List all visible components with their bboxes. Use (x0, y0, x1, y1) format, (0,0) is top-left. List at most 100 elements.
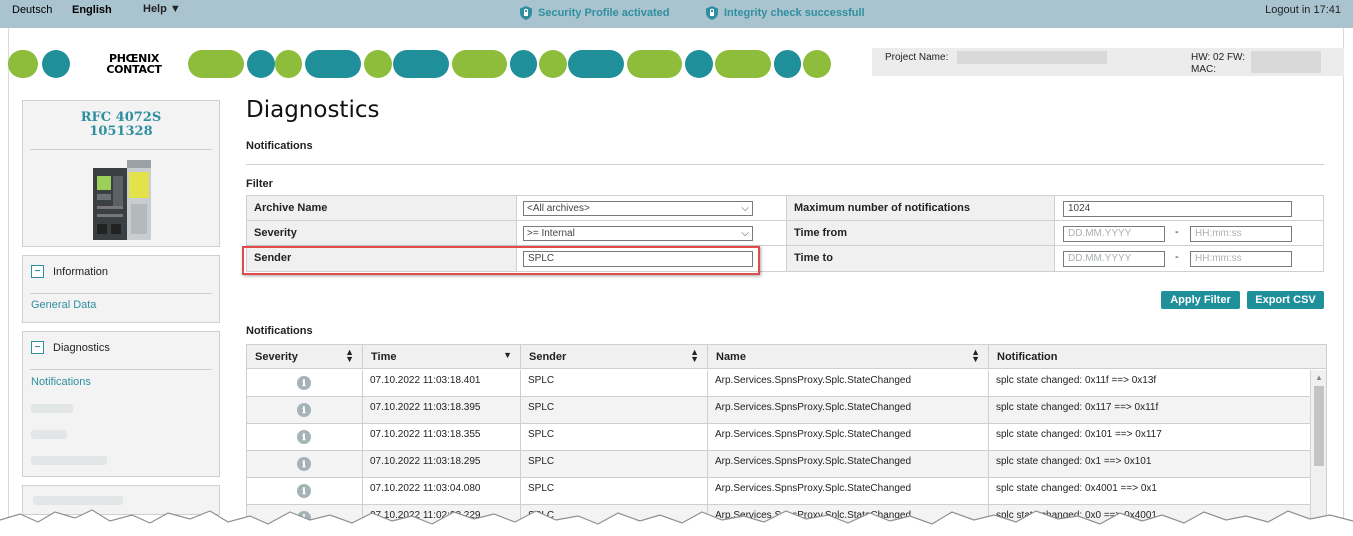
time-from-date-input[interactable]: DD.MM.YYYY (1063, 226, 1165, 242)
language-english-link[interactable]: English (72, 4, 112, 16)
security-profile-status[interactable]: Security Profile activated (518, 5, 669, 21)
hardware-info-redacted (1251, 51, 1321, 73)
max-notifications-input[interactable]: 1024 (1063, 201, 1292, 217)
severity-info-icon: ℹ (297, 457, 311, 471)
scrollbar-thumb[interactable] (1314, 386, 1324, 466)
integrity-check-text: Integrity check successfull (724, 7, 865, 19)
nav-group-header[interactable]: − Diagnostics (31, 341, 110, 354)
torn-edge-decoration (0, 509, 1353, 536)
banner-dot (539, 50, 567, 78)
cell-time: 07.10.2022 11:03:18.401 (363, 370, 521, 397)
device-card: RFC 4072S 1051328 (22, 100, 220, 247)
time-to-date-input[interactable]: DD.MM.YYYY (1063, 251, 1165, 267)
cell-notification: splc state changed: 0x1 ==> 0x101 (996, 456, 1152, 467)
help-menu[interactable]: Help ▼ (143, 3, 181, 15)
controller-device-image (93, 160, 151, 240)
column-severity[interactable]: Severity ▲ ▼ (247, 345, 363, 369)
filter-row: Severity >= Internal ⌵ Time from DD.MM.YY… (247, 221, 1323, 246)
severity-info-icon: ℹ (297, 484, 311, 498)
time-from-label: Time from (787, 221, 1055, 245)
nav-item-blurred[interactable] (31, 404, 73, 413)
sort-both-icon: ▲ ▼ (690, 347, 699, 364)
banner-dot (803, 50, 831, 78)
notifications-table-heading: Notifications (246, 325, 313, 337)
nav-group-header[interactable]: − Information (31, 265, 108, 278)
cell-time: 07.10.2022 11:03:18.295 (363, 451, 521, 478)
language-deutsch-link[interactable]: Deutsch (12, 4, 52, 16)
table-row[interactable]: ℹ 07.10.2022 11:03:18.395 SPLC Arp.Services… (247, 397, 1311, 424)
filter-heading: Filter (246, 178, 273, 190)
cell-sender: SPLC (521, 370, 708, 397)
nav-group-title: Information (53, 265, 109, 278)
column-name[interactable]: Name ▲ ▼ (708, 345, 989, 369)
banner-pill (627, 50, 682, 78)
table-row[interactable]: ℹ 07.10.2022 11:03:18.401 SPLC Arp.Services… (247, 370, 1311, 397)
banner-dot (275, 50, 302, 78)
table-header: Severity ▲ ▼ Time ▼ Sender ▲ ▼ Name ▲ ▼ Notific… (247, 345, 1326, 369)
table-row[interactable]: ℹ 07.10.2022 11:03:18.355 SPLC Arp.Services… (247, 424, 1311, 451)
sort-descending-icon: ▼ (503, 350, 512, 360)
severity-info-icon: ℹ (297, 376, 311, 390)
cell-name: Arp.Services.SpnsProxy.Splc.StateChanged (708, 397, 989, 424)
archive-name-select[interactable]: <All archives> ⌵ (523, 201, 753, 216)
export-csv-button[interactable]: Export CSV (1247, 291, 1324, 309)
banner-dot (8, 50, 38, 78)
cell-sender: SPLC (521, 424, 708, 451)
banner-dot (42, 50, 70, 78)
severity-select[interactable]: >= Internal ⌵ (523, 226, 753, 241)
cell-name: Arp.Services.SpnsProxy.Splc.StateChanged (708, 451, 989, 478)
cell-sender: SPLC (521, 451, 708, 478)
banner-pill (188, 50, 244, 78)
column-sender[interactable]: Sender ▲ ▼ (521, 345, 708, 369)
sender-highlight-box (242, 246, 760, 275)
device-model: RFC 4072S 1051328 (80, 110, 162, 139)
cell-notification: splc state changed: 0x11f ==> 0x13f (996, 375, 1157, 386)
security-profile-text: Security Profile activated (538, 7, 670, 19)
archive-name-label: Archive Name (247, 196, 517, 220)
table-row[interactable]: ℹ 07.10.2022 11:03:18.295 SPLC Arp.Services… (247, 451, 1311, 478)
cell-notification: splc state changed: 0x117 ==> 0x11f (996, 402, 1159, 413)
nav-item-blurred[interactable] (31, 430, 67, 439)
time-to-time-input[interactable]: HH:mm:ss (1190, 251, 1292, 267)
cell-name: Arp.Services.SpnsProxy.Splc.StateChanged (708, 370, 989, 397)
section-notifications-heading: Notifications (246, 140, 313, 152)
scroll-up-icon[interactable]: ▲ (1315, 373, 1323, 382)
nav-group-title: Diagnostics (53, 341, 110, 354)
banner-dot (364, 50, 392, 78)
column-time[interactable]: Time ▼ (363, 345, 521, 369)
cell-sender: SPLC (521, 397, 708, 424)
banner-pill (305, 50, 361, 78)
mac-label: MAC: (1191, 64, 1216, 75)
cell-name: Arp.Services.SpnsProxy.Splc.StateChanged (708, 424, 989, 451)
column-notification[interactable]: Notification (989, 345, 1311, 369)
time-from-time-input[interactable]: HH:mm:ss (1190, 226, 1292, 242)
project-name-label: Project Name: (885, 52, 949, 63)
shield-check-icon (706, 6, 718, 20)
integrity-check-status[interactable]: Integrity check successfull (704, 5, 865, 21)
chevron-down-icon: ⌵ (741, 228, 749, 239)
nav-item-blurred[interactable] (31, 456, 107, 465)
collapse-icon[interactable]: − (31, 341, 44, 354)
collapse-icon[interactable]: − (31, 265, 44, 278)
cell-notification: splc state changed: 0x101 ==> 0x117 (996, 429, 1162, 440)
logout-link[interactable]: Logout in 17:41 (1265, 4, 1341, 16)
project-name-redacted (957, 51, 1107, 64)
nav-item-general-data[interactable]: General Data (31, 299, 96, 311)
banner-dot (247, 50, 275, 78)
shield-lock-icon (520, 6, 532, 20)
nav-item-notifications[interactable]: Notifications (31, 376, 91, 388)
brand-banner: PHŒNIX CONTACT (8, 50, 838, 78)
top-bar: Deutsch English Help ▼ Security Profile … (0, 0, 1353, 28)
divider (246, 164, 1324, 165)
cell-time: 07.10.2022 11:03:18.395 (363, 397, 521, 424)
chevron-down-icon: ⌵ (741, 203, 749, 214)
banner-dot (774, 50, 801, 78)
banner-dot (510, 50, 537, 78)
project-info: Project Name: HW: 02 FW: MAC: (872, 48, 1344, 76)
apply-filter-button[interactable]: Apply Filter (1161, 291, 1240, 309)
banner-pill (715, 50, 771, 78)
nav-group-information: − Information General Data (22, 255, 220, 323)
time-to-label: Time to (787, 246, 1055, 271)
severity-info-icon: ℹ (297, 403, 311, 417)
severity-info-icon: ℹ (297, 430, 311, 444)
